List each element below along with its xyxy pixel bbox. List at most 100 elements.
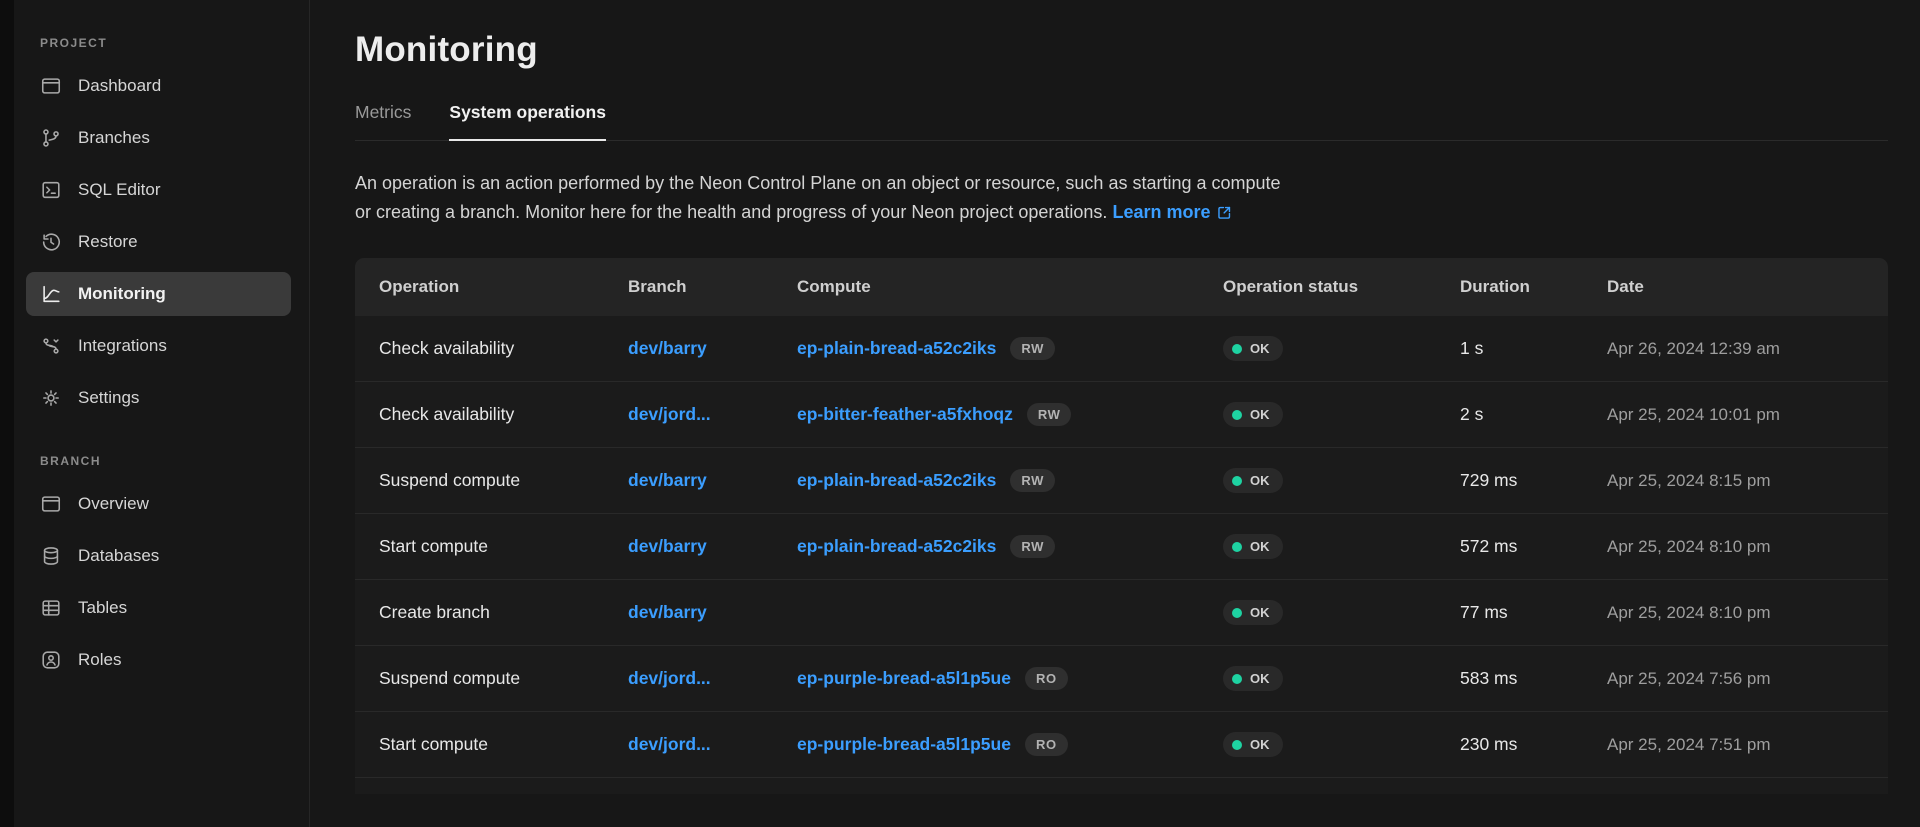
access-badge: RW [1010, 469, 1055, 492]
status-cell: OK [1223, 402, 1460, 427]
branch-link[interactable]: dev/barry [628, 536, 707, 556]
operations-description: An operation is an action performed by t… [355, 169, 1888, 230]
branch-cell: dev/barry [628, 470, 797, 491]
status-badge: OK [1223, 666, 1283, 691]
operation-cell: Suspend compute [379, 668, 628, 689]
date-cell: Apr 26, 2024 12:39 am [1607, 339, 1888, 359]
col-header-operation: Operation [379, 277, 628, 297]
sidebar-item-monitoring[interactable]: Monitoring [26, 272, 291, 316]
operation-cell: Suspend compute [379, 470, 628, 491]
learn-more-link[interactable]: Learn more [1112, 202, 1210, 222]
branch-link[interactable]: dev/barry [628, 470, 707, 490]
operation-cell: Create branch [379, 602, 628, 623]
table-row: Start compute dev/jord... ep-purple-brea… [355, 712, 1888, 778]
window-edge [0, 0, 14, 827]
external-link-icon[interactable] [1216, 201, 1233, 230]
status-ok-dot-icon [1232, 542, 1242, 552]
status-cell: OK [1223, 732, 1460, 757]
status-badge: OK [1223, 402, 1283, 427]
table-body: Check availability dev/barry ep-plain-br… [355, 316, 1888, 778]
date-cell: Apr 25, 2024 8:15 pm [1607, 471, 1888, 491]
branch-cell: dev/jord... [628, 668, 797, 689]
status-ok-dot-icon [1232, 476, 1242, 486]
sidebar-item-databases[interactable]: Databases [26, 534, 291, 578]
status-cell: OK [1223, 666, 1460, 691]
description-line1: An operation is an action performed by t… [355, 173, 1281, 193]
roles-icon [40, 649, 62, 671]
access-badge: RO [1025, 733, 1068, 756]
table-row: Create branch dev/barry OK 77 ms Apr 25,… [355, 580, 1888, 646]
sidebar-item-settings[interactable]: Settings [26, 376, 291, 420]
compute-link[interactable]: ep-purple-bread-a5l1p5ue [797, 668, 1011, 689]
tab-system-operations[interactable]: System operations [449, 102, 606, 140]
duration-cell: 1 s [1460, 338, 1607, 359]
restore-icon [40, 231, 62, 253]
sidebar-item-restore[interactable]: Restore [26, 220, 291, 264]
overview-icon [40, 493, 62, 515]
sidebar-section-branch: BRANCH [26, 454, 291, 468]
tab-metrics[interactable]: Metrics [355, 102, 411, 140]
branch-link[interactable]: dev/barry [628, 602, 707, 622]
compute-cell: ep-purple-bread-a5l1p5ue RO [797, 667, 1223, 690]
compute-link[interactable]: ep-plain-bread-a52c2iks [797, 470, 996, 491]
compute-cell: ep-plain-bread-a52c2iks RW [797, 469, 1223, 492]
access-badge: RW [1010, 535, 1055, 558]
sidebar-item-label: Integrations [78, 336, 167, 356]
operation-cell: Check availability [379, 404, 628, 425]
sidebar-item-label: Restore [78, 232, 138, 252]
status-cell: OK [1223, 468, 1460, 493]
compute-cell: ep-bitter-feather-a5fxhoqz RW [797, 403, 1223, 426]
status-label: OK [1250, 606, 1270, 619]
table-row: Suspend compute dev/jord... ep-purple-br… [355, 646, 1888, 712]
tables-icon [40, 597, 62, 619]
sidebar-item-label: Roles [78, 650, 121, 670]
date-cell: Apr 25, 2024 7:56 pm [1607, 669, 1888, 689]
status-label: OK [1250, 474, 1270, 487]
branch-link[interactable]: dev/jord... [628, 404, 711, 424]
access-badge: RW [1010, 337, 1055, 360]
compute-link[interactable]: ep-bitter-feather-a5fxhoqz [797, 404, 1013, 425]
branch-link[interactable]: dev/jord... [628, 668, 711, 688]
compute-link[interactable]: ep-purple-bread-a5l1p5ue [797, 734, 1011, 755]
sidebar-item-tables[interactable]: Tables [26, 586, 291, 630]
date-cell: Apr 25, 2024 8:10 pm [1607, 537, 1888, 557]
branches-icon [40, 127, 62, 149]
duration-cell: 2 s [1460, 404, 1607, 425]
status-cell: OK [1223, 534, 1460, 559]
status-label: OK [1250, 540, 1270, 553]
table-row: Check availability dev/jord... ep-bitter… [355, 382, 1888, 448]
sidebar-item-roles[interactable]: Roles [26, 638, 291, 682]
sidebar-item-label: Dashboard [78, 76, 161, 96]
status-badge: OK [1223, 732, 1283, 757]
duration-cell: 572 ms [1460, 536, 1607, 557]
col-header-branch: Branch [628, 277, 797, 297]
status-badge: OK [1223, 600, 1283, 625]
sidebar-item-integrations[interactable]: Integrations [26, 324, 291, 368]
sidebar-item-overview[interactable]: Overview [26, 482, 291, 526]
table-row: Check availability dev/barry ep-plain-br… [355, 316, 1888, 382]
status-ok-dot-icon [1232, 608, 1242, 618]
sidebar-item-dashboard[interactable]: Dashboard [26, 64, 291, 108]
sidebar-item-branches[interactable]: Branches [26, 116, 291, 160]
operation-cell: Start compute [379, 536, 628, 557]
sidebar-item-label: Monitoring [78, 284, 166, 304]
date-cell: Apr 25, 2024 7:51 pm [1607, 735, 1888, 755]
status-badge: OK [1223, 468, 1283, 493]
operation-cell: Check availability [379, 338, 628, 359]
dashboard-icon [40, 75, 62, 97]
status-cell: OK [1223, 336, 1460, 361]
duration-cell: 583 ms [1460, 668, 1607, 689]
branch-link[interactable]: dev/barry [628, 338, 707, 358]
status-label: OK [1250, 408, 1270, 421]
status-cell: OK [1223, 600, 1460, 625]
sidebar-item-sql-editor[interactable]: SQL Editor [26, 168, 291, 212]
branch-link[interactable]: dev/jord... [628, 734, 711, 754]
compute-link[interactable]: ep-plain-bread-a52c2iks [797, 536, 996, 557]
status-badge: OK [1223, 534, 1283, 559]
access-badge: RO [1025, 667, 1068, 690]
compute-link[interactable]: ep-plain-bread-a52c2iks [797, 338, 996, 359]
date-cell: Apr 25, 2024 10:01 pm [1607, 405, 1888, 425]
date-cell: Apr 25, 2024 8:10 pm [1607, 603, 1888, 623]
operations-table: Operation Branch Compute Operation statu… [355, 258, 1888, 794]
description-line2: or creating a branch. Monitor here for t… [355, 202, 1107, 222]
